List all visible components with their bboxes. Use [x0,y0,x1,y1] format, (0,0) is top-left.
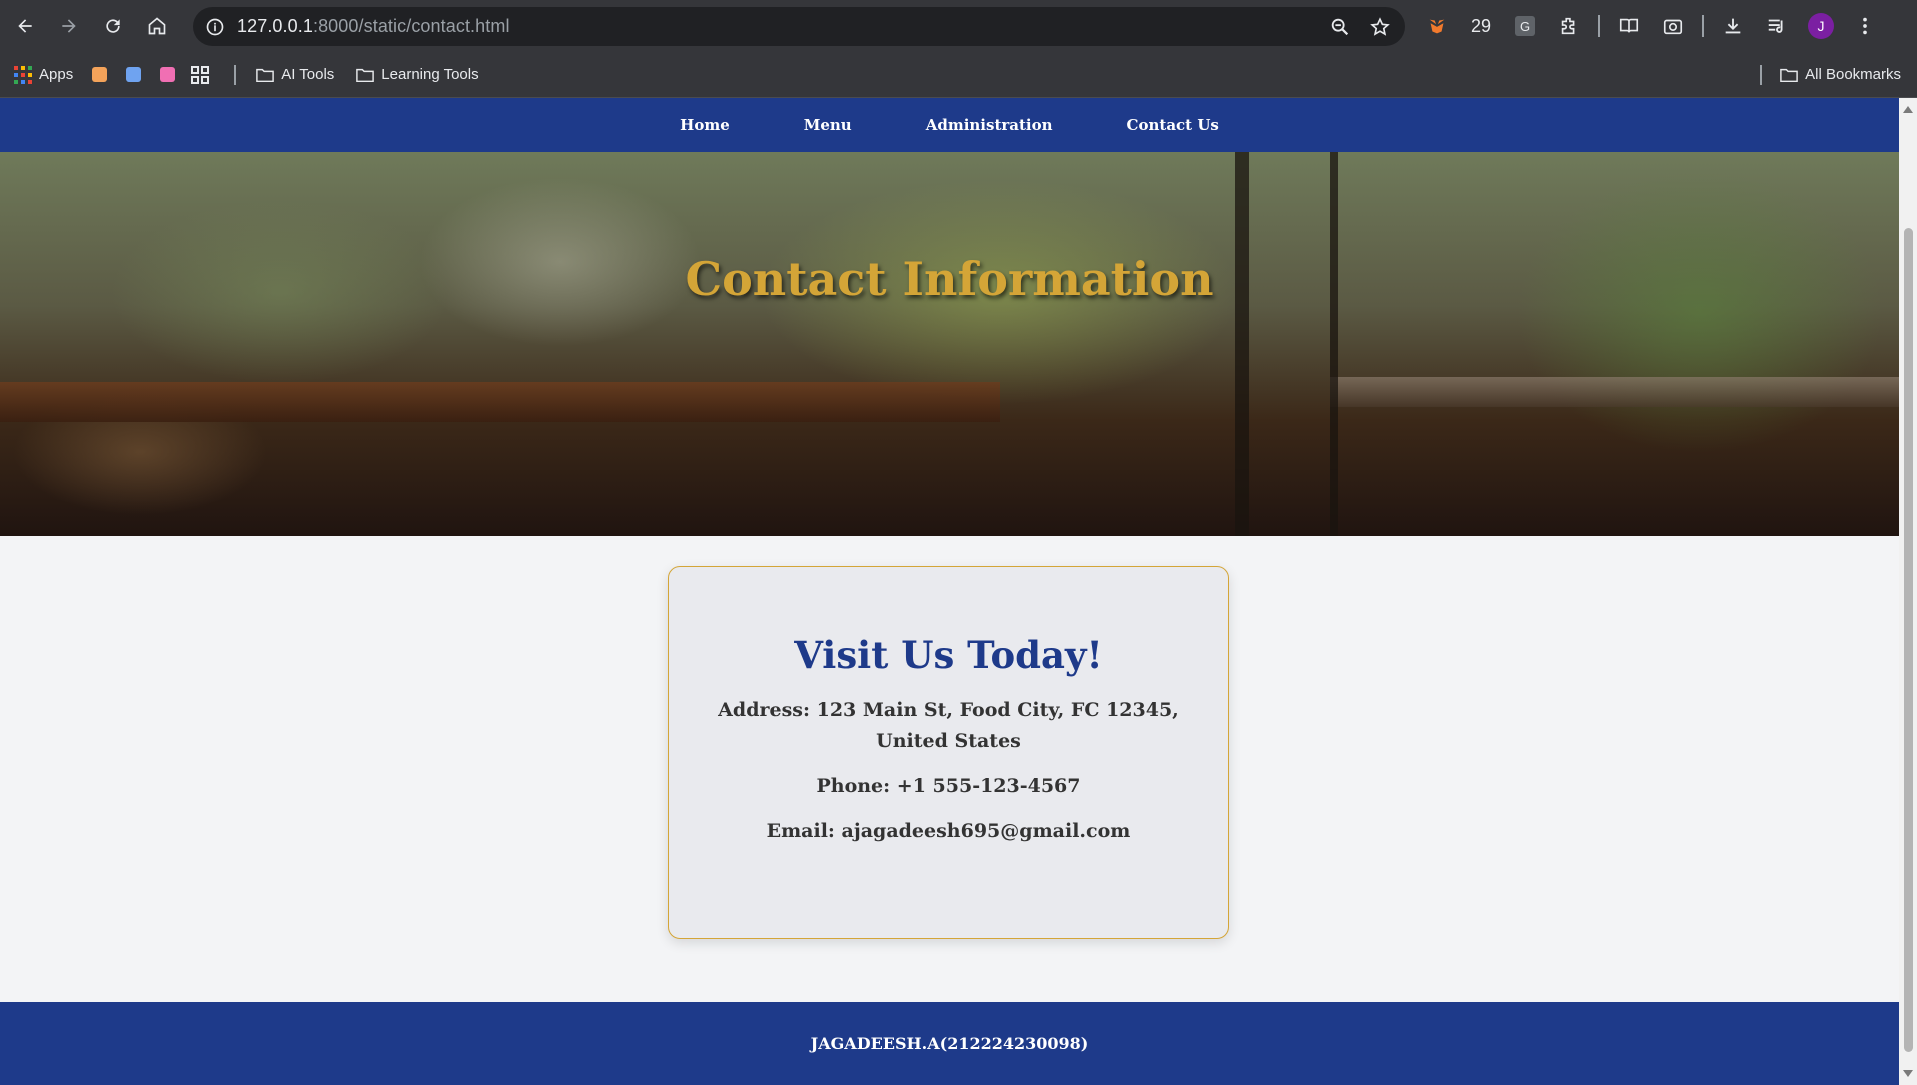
screenshot-icon[interactable] [1658,11,1688,41]
scroll-up-arrow[interactable] [1903,106,1913,113]
hero-banner: Contact Information [0,152,1899,536]
media-control-icon[interactable] [1762,11,1792,41]
toolbar-divider [1598,15,1600,37]
home-icon [148,17,166,35]
bookmark-grid[interactable] [191,65,216,84]
kebab-menu-icon[interactable] [1850,11,1880,41]
g-badge: G [1515,16,1535,36]
all-bookmarks-button[interactable]: All Bookmarks [1780,66,1901,84]
bookmarks-bar: Apps AI Tools Learning Tools All Bookmar… [0,52,1917,98]
hero-background-table [0,382,1000,422]
avatar: J [1808,13,1834,39]
extension-count-badge[interactable]: 29 [1466,11,1496,41]
reload-button[interactable] [98,11,128,41]
url-text[interactable]: 127.0.0.1:8000/static/contact.html [237,16,510,37]
bookmark-folder-label: Learning Tools [381,66,479,83]
forward-button[interactable] [54,11,84,41]
extension-count: 29 [1470,15,1492,36]
reload-icon [106,19,120,33]
reading-mode-icon[interactable] [1614,11,1644,41]
scroll-thumb[interactable] [1904,228,1913,1052]
hero-background-post [1235,152,1249,536]
contact-address: Address: 123 Main St, Food City, FC 1234… [718,699,1179,752]
folder-icon [1780,68,1798,82]
home-button[interactable] [142,11,172,41]
contact-email: Email: ajagadeesh695@gmail.com [766,820,1131,842]
apps-grid-icon [14,65,32,84]
bookmark-orange-icon[interactable] [92,67,108,82]
folder-icon [256,68,275,82]
card-heading: Visit Us Today! [794,633,1103,677]
bookmarks-divider [234,64,237,85]
bookmark-folder-ai-tools[interactable]: AI Tools [256,66,334,84]
url-host: 127.0.0.1 [237,16,313,36]
metamask-icon[interactable] [1422,11,1452,41]
bookmark-folder-learning-tools[interactable]: Learning Tools [356,66,479,84]
all-bookmarks-area: All Bookmarks [1742,52,1901,97]
zoom-icon[interactable] [1329,16,1351,38]
download-icon[interactable] [1718,11,1748,41]
star-icon[interactable] [1369,16,1391,38]
contact-phone: Phone: +1 555-123-4567 [816,775,1081,797]
footer-text: JAGADEESH.A(212224230098) [810,1034,1089,1053]
hero-background-table-right [1330,377,1899,407]
grid-icon [191,65,210,84]
hero-title: Contact Information [685,252,1214,306]
toolbar-divider [1702,15,1704,37]
hero-background-post [1330,152,1338,536]
contact-card: Visit Us Today! Address: 123 Main St, Fo… [668,566,1229,939]
browser-toolbar: 127.0.0.1:8000/static/contact.html 29 G [0,0,1917,52]
nav-link-contact-us[interactable]: Contact Us [1127,116,1219,134]
nav-link-home[interactable]: Home [680,116,730,134]
all-bookmarks-label: All Bookmarks [1805,66,1901,83]
url-path: :8000/static/contact.html [312,16,510,36]
bookmark-folder-label: AI Tools [281,66,335,83]
extensions-area: 29 G J [1422,0,1880,52]
bookmark-apps-label: Apps [39,66,74,83]
nav-link-administration[interactable]: Administration [926,116,1053,134]
bookmarks-divider [1760,64,1763,85]
nav-link-menu[interactable]: Menu [804,116,852,134]
folder-icon [356,68,375,82]
web-page: Home Menu Administration Contact Us Cont… [0,98,1899,1085]
back-button[interactable] [10,11,40,41]
arrow-right-icon [62,19,76,33]
bookmark-pink-icon[interactable] [160,67,176,82]
profile-avatar[interactable]: J [1806,11,1836,41]
bookmark-blue-icon[interactable] [126,67,142,82]
puzzle-icon[interactable] [1554,11,1584,41]
arrow-left-icon [18,19,32,33]
bookmark-apps[interactable]: Apps [14,65,74,84]
site-navbar: Home Menu Administration Contact Us [0,98,1899,152]
grammar-extension-icon[interactable]: G [1510,11,1540,41]
site-footer: JAGADEESH.A(212224230098) [0,1002,1899,1085]
page-scrollbar[interactable] [1899,98,1917,1085]
omnibox-actions [1329,7,1391,46]
scroll-down-arrow[interactable] [1903,1070,1913,1077]
site-info-icon[interactable] [201,13,229,41]
address-bar[interactable]: 127.0.0.1:8000/static/contact.html [193,7,1405,46]
